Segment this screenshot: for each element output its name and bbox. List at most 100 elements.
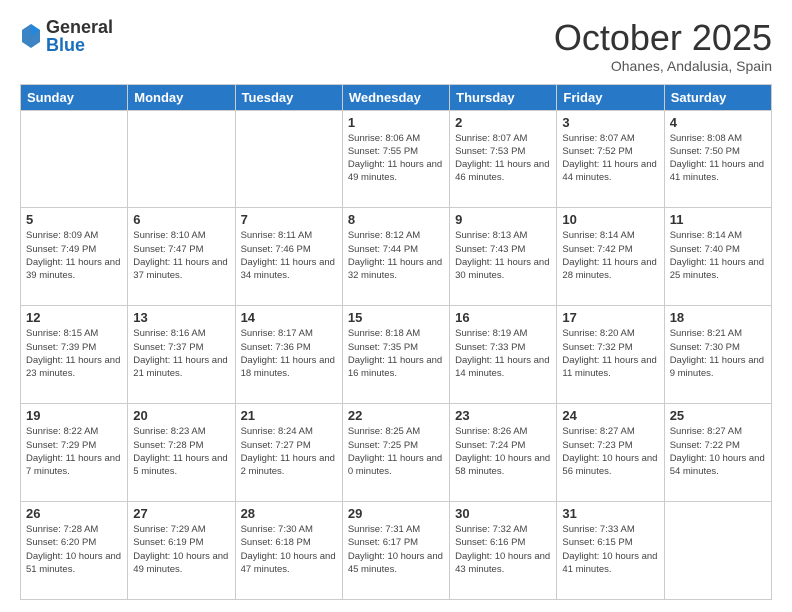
day-info: Sunrise: 8:07 AM Sunset: 7:53 PM Dayligh… <box>455 132 551 185</box>
calendar-cell: 3 Sunrise: 8:07 AM Sunset: 7:52 PM Daylig… <box>557 110 664 208</box>
day-of-week-wednesday: Wednesday <box>342 84 449 110</box>
calendar-cell: 4 Sunrise: 8:08 AM Sunset: 7:50 PM Daylig… <box>664 110 771 208</box>
day-number: 5 <box>26 212 122 227</box>
day-number: 14 <box>241 310 337 325</box>
day-info: Sunrise: 8:27 AM Sunset: 7:22 PM Dayligh… <box>670 425 766 478</box>
day-number: 11 <box>670 212 766 227</box>
day-number: 17 <box>562 310 658 325</box>
day-info: Sunrise: 8:23 AM Sunset: 7:28 PM Dayligh… <box>133 425 229 478</box>
calendar-cell: 17 Sunrise: 8:20 AM Sunset: 7:32 PM Dayli… <box>557 306 664 404</box>
day-number: 28 <box>241 506 337 521</box>
calendar-cell: 25 Sunrise: 8:27 AM Sunset: 7:22 PM Dayli… <box>664 404 771 502</box>
day-number: 16 <box>455 310 551 325</box>
calendar: SundayMondayTuesdayWednesdayThursdayFrid… <box>20 84 772 600</box>
day-number: 18 <box>670 310 766 325</box>
day-number: 29 <box>348 506 444 521</box>
title-area: October 2025 Ohanes, Andalusia, Spain <box>554 18 772 74</box>
day-info: Sunrise: 8:14 AM Sunset: 7:40 PM Dayligh… <box>670 229 766 282</box>
calendar-cell: 10 Sunrise: 8:14 AM Sunset: 7:42 PM Dayli… <box>557 208 664 306</box>
day-info: Sunrise: 8:20 AM Sunset: 7:32 PM Dayligh… <box>562 327 658 380</box>
month-title: October 2025 <box>554 18 772 58</box>
calendar-cell: 18 Sunrise: 8:21 AM Sunset: 7:30 PM Dayli… <box>664 306 771 404</box>
day-number: 27 <box>133 506 229 521</box>
calendar-cell: 31 Sunrise: 7:33 AM Sunset: 6:15 PM Dayli… <box>557 502 664 600</box>
calendar-cell: 7Sunrise: 8:11 AM Sunset: 7:46 PM Daylig… <box>235 208 342 306</box>
day-number: 12 <box>26 310 122 325</box>
calendar-cell <box>128 110 235 208</box>
calendar-cell: 19 Sunrise: 8:22 AM Sunset: 7:29 PM Dayli… <box>21 404 128 502</box>
calendar-week-5: 26Sunrise: 7:28 AM Sunset: 6:20 PM Dayli… <box>21 502 772 600</box>
calendar-cell: 16 Sunrise: 8:19 AM Sunset: 7:33 PM Dayli… <box>450 306 557 404</box>
day-info: Sunrise: 8:21 AM Sunset: 7:30 PM Dayligh… <box>670 327 766 380</box>
day-info: Sunrise: 8:08 AM Sunset: 7:50 PM Dayligh… <box>670 132 766 185</box>
location: Ohanes, Andalusia, Spain <box>554 58 772 74</box>
calendar-cell <box>235 110 342 208</box>
day-info: Sunrise: 7:29 AM Sunset: 6:19 PM Dayligh… <box>133 523 229 576</box>
day-info: Sunrise: 8:26 AM Sunset: 7:24 PM Dayligh… <box>455 425 551 478</box>
calendar-cell: 13 Sunrise: 8:16 AM Sunset: 7:37 PM Dayli… <box>128 306 235 404</box>
day-number: 3 <box>562 115 658 130</box>
day-info: Sunrise: 8:09 AM Sunset: 7:49 PM Dayligh… <box>26 229 122 282</box>
calendar-header-row: SundayMondayTuesdayWednesdayThursdayFrid… <box>21 84 772 110</box>
day-number: 23 <box>455 408 551 423</box>
calendar-cell: 26Sunrise: 7:28 AM Sunset: 6:20 PM Dayli… <box>21 502 128 600</box>
day-info: Sunrise: 8:16 AM Sunset: 7:37 PM Dayligh… <box>133 327 229 380</box>
calendar-cell: 14Sunrise: 8:17 AM Sunset: 7:36 PM Dayli… <box>235 306 342 404</box>
day-number: 25 <box>670 408 766 423</box>
day-info: Sunrise: 7:28 AM Sunset: 6:20 PM Dayligh… <box>26 523 122 576</box>
day-number: 30 <box>455 506 551 521</box>
calendar-cell <box>21 110 128 208</box>
day-of-week-sunday: Sunday <box>21 84 128 110</box>
day-number: 31 <box>562 506 658 521</box>
day-info: Sunrise: 8:27 AM Sunset: 7:23 PM Dayligh… <box>562 425 658 478</box>
day-number: 13 <box>133 310 229 325</box>
day-info: Sunrise: 8:07 AM Sunset: 7:52 PM Dayligh… <box>562 132 658 185</box>
day-number: 20 <box>133 408 229 423</box>
calendar-cell: 1Sunrise: 8:06 AM Sunset: 7:55 PM Daylig… <box>342 110 449 208</box>
day-of-week-saturday: Saturday <box>664 84 771 110</box>
day-of-week-tuesday: Tuesday <box>235 84 342 110</box>
day-number: 2 <box>455 115 551 130</box>
calendar-cell: 29Sunrise: 7:31 AM Sunset: 6:17 PM Dayli… <box>342 502 449 600</box>
header: General Blue October 2025 Ohanes, Andalu… <box>20 18 772 74</box>
calendar-cell: 27 Sunrise: 7:29 AM Sunset: 6:19 PM Dayli… <box>128 502 235 600</box>
day-of-week-friday: Friday <box>557 84 664 110</box>
day-info: Sunrise: 7:32 AM Sunset: 6:16 PM Dayligh… <box>455 523 551 576</box>
calendar-week-1: 1Sunrise: 8:06 AM Sunset: 7:55 PM Daylig… <box>21 110 772 208</box>
day-number: 19 <box>26 408 122 423</box>
day-number: 8 <box>348 212 444 227</box>
calendar-cell: 21Sunrise: 8:24 AM Sunset: 7:27 PM Dayli… <box>235 404 342 502</box>
day-number: 24 <box>562 408 658 423</box>
day-number: 9 <box>455 212 551 227</box>
day-number: 15 <box>348 310 444 325</box>
page: General Blue October 2025 Ohanes, Andalu… <box>0 0 792 612</box>
logo-icon <box>20 22 42 50</box>
calendar-week-2: 5 Sunrise: 8:09 AM Sunset: 7:49 PM Daylig… <box>21 208 772 306</box>
calendar-cell: 24 Sunrise: 8:27 AM Sunset: 7:23 PM Dayli… <box>557 404 664 502</box>
day-number: 10 <box>562 212 658 227</box>
day-number: 4 <box>670 115 766 130</box>
day-info: Sunrise: 8:18 AM Sunset: 7:35 PM Dayligh… <box>348 327 444 380</box>
logo-blue-text: Blue <box>46 36 113 54</box>
day-info: Sunrise: 7:33 AM Sunset: 6:15 PM Dayligh… <box>562 523 658 576</box>
day-info: Sunrise: 8:14 AM Sunset: 7:42 PM Dayligh… <box>562 229 658 282</box>
calendar-cell: 11 Sunrise: 8:14 AM Sunset: 7:40 PM Dayli… <box>664 208 771 306</box>
day-info: Sunrise: 8:25 AM Sunset: 7:25 PM Dayligh… <box>348 425 444 478</box>
day-info: Sunrise: 8:13 AM Sunset: 7:43 PM Dayligh… <box>455 229 551 282</box>
day-info: Sunrise: 8:19 AM Sunset: 7:33 PM Dayligh… <box>455 327 551 380</box>
calendar-week-4: 19 Sunrise: 8:22 AM Sunset: 7:29 PM Dayli… <box>21 404 772 502</box>
day-info: Sunrise: 8:12 AM Sunset: 7:44 PM Dayligh… <box>348 229 444 282</box>
calendar-week-3: 12Sunrise: 8:15 AM Sunset: 7:39 PM Dayli… <box>21 306 772 404</box>
calendar-cell: 15 Sunrise: 8:18 AM Sunset: 7:35 PM Dayli… <box>342 306 449 404</box>
day-number: 22 <box>348 408 444 423</box>
calendar-cell: 23 Sunrise: 8:26 AM Sunset: 7:24 PM Dayli… <box>450 404 557 502</box>
calendar-cell: 9 Sunrise: 8:13 AM Sunset: 7:43 PM Daylig… <box>450 208 557 306</box>
day-info: Sunrise: 8:10 AM Sunset: 7:47 PM Dayligh… <box>133 229 229 282</box>
calendar-cell: 12Sunrise: 8:15 AM Sunset: 7:39 PM Dayli… <box>21 306 128 404</box>
day-info: Sunrise: 7:30 AM Sunset: 6:18 PM Dayligh… <box>241 523 337 576</box>
day-info: Sunrise: 8:22 AM Sunset: 7:29 PM Dayligh… <box>26 425 122 478</box>
calendar-cell: 22 Sunrise: 8:25 AM Sunset: 7:25 PM Dayli… <box>342 404 449 502</box>
calendar-cell: 28 Sunrise: 7:30 AM Sunset: 6:18 PM Dayli… <box>235 502 342 600</box>
calendar-cell: 5 Sunrise: 8:09 AM Sunset: 7:49 PM Daylig… <box>21 208 128 306</box>
day-number: 7 <box>241 212 337 227</box>
